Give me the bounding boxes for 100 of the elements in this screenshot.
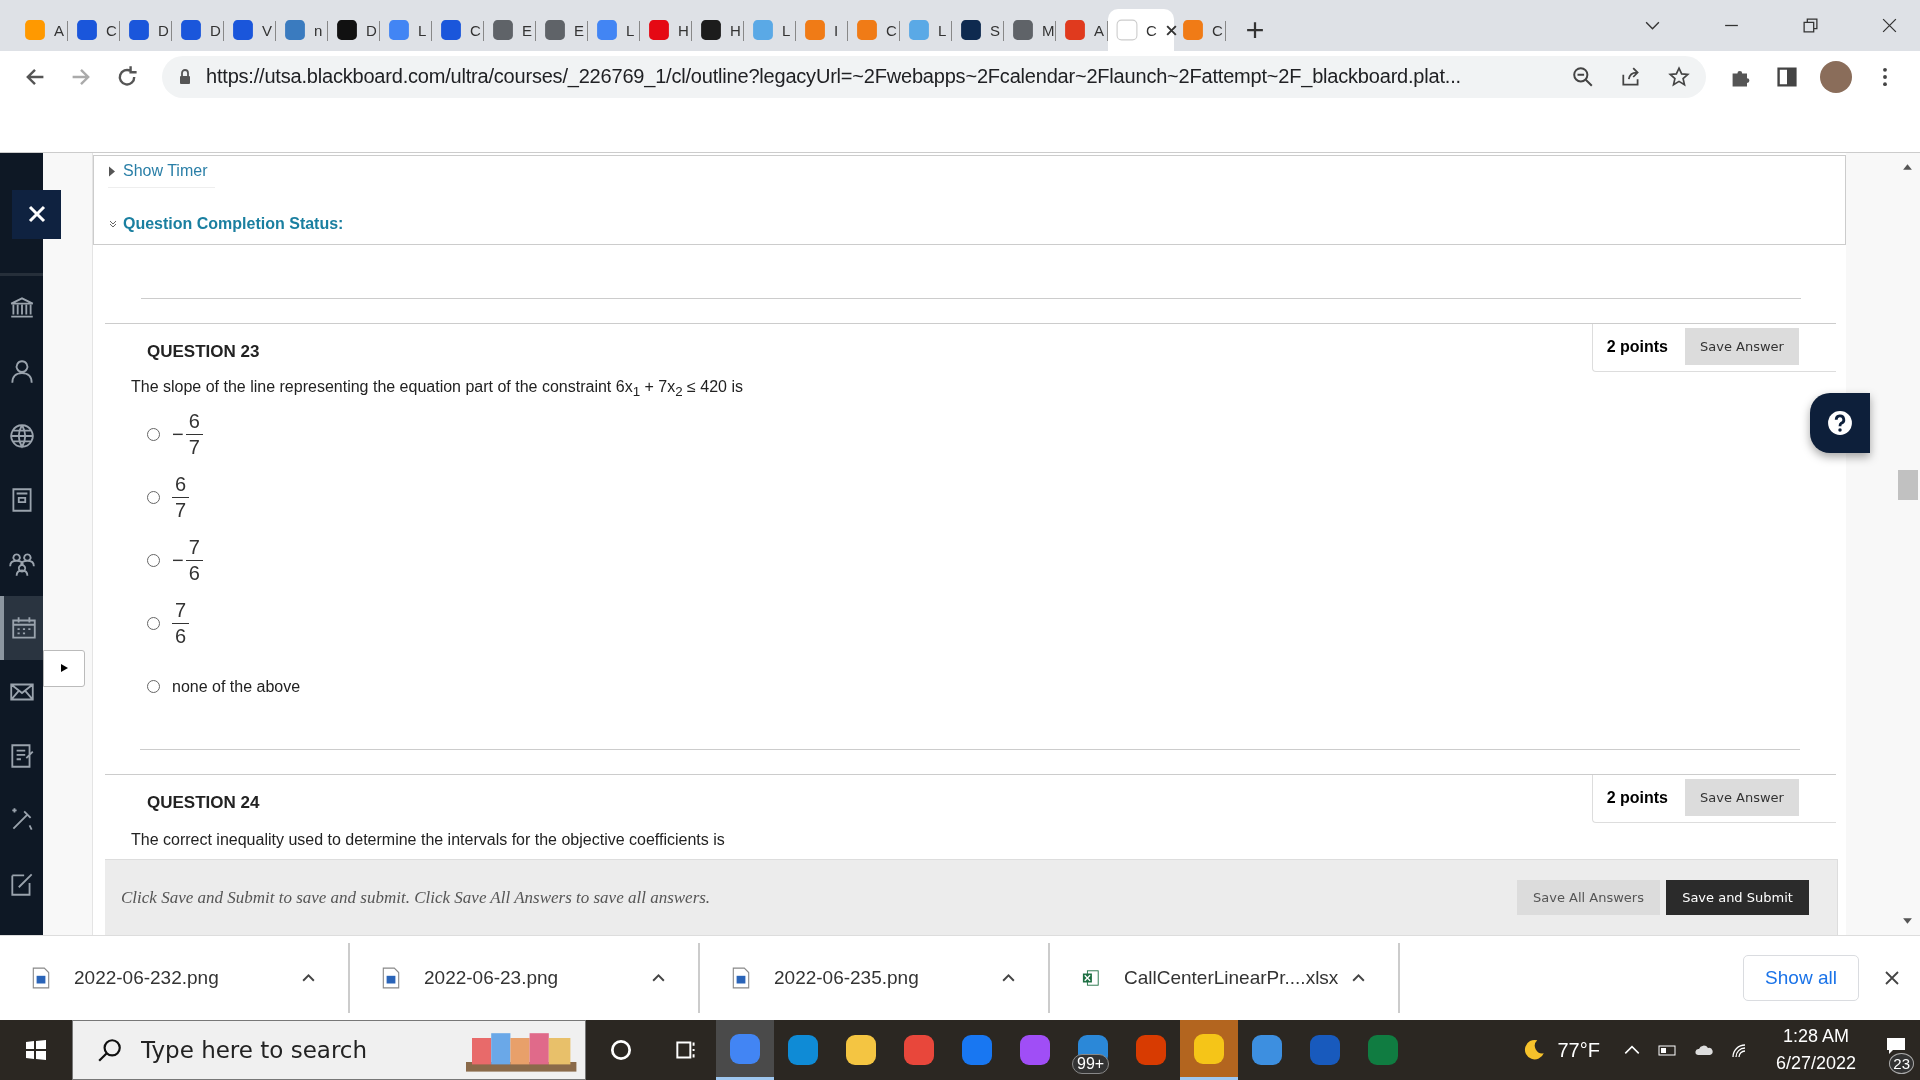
browser-tab[interactable]: L — [900, 9, 952, 51]
scroll-up-icon[interactable] — [1902, 162, 1913, 170]
notification-button[interactable]: 23 — [1872, 1020, 1920, 1080]
search-bar[interactable]: Type here to search — [72, 1020, 586, 1080]
browser-tab[interactable]: D — [172, 9, 224, 51]
fraction-answer: 7 6 — [172, 598, 190, 650]
close-icon[interactable] — [1164, 23, 1178, 37]
tab-title: C — [1212, 21, 1223, 39]
browser-tab[interactable]: V — [224, 9, 276, 51]
tab-title: n — [314, 21, 323, 39]
browser-tab[interactable]: L — [380, 9, 432, 51]
browser-tab[interactable]: A — [1056, 9, 1108, 51]
app-icon — [843, 1032, 879, 1068]
star-icon[interactable] — [1668, 65, 1690, 88]
search-input[interactable]: Type here to search — [139, 1036, 459, 1064]
tab-title: L — [782, 21, 791, 39]
browser-tab[interactable]: C — [848, 9, 900, 51]
image-file-icon — [32, 966, 50, 989]
zoom-out-icon[interactable] — [1572, 65, 1594, 88]
question-title: QUESTION 24 — [147, 793, 260, 814]
browser-tab[interactable]: D — [120, 9, 172, 51]
browser-tab[interactable]: C — [1174, 9, 1226, 51]
chevron-up-icon — [301, 972, 316, 984]
browser-tab[interactable]: C — [1108, 9, 1174, 51]
tab-title: C — [106, 21, 117, 39]
close-icon[interactable] — [1881, 17, 1898, 34]
save-answer-button[interactable]: Save Answer — [1685, 779, 1799, 817]
download-item[interactable]: 2022-06-232.png — [0, 942, 350, 1013]
fraction-answer: 6 7 — [172, 472, 190, 524]
favicon-icon — [388, 19, 410, 41]
mail-count-badge: 99+ — [1072, 1054, 1110, 1074]
new-tab-icon[interactable] — [1246, 21, 1264, 39]
chevron-up-icon — [1351, 972, 1366, 984]
app-icon — [1307, 1032, 1343, 1068]
close-button[interactable] — [12, 189, 61, 239]
browser-tab[interactable]: C — [432, 9, 484, 51]
address-bar[interactable]: https://utsa.blackboard.com/ultra/courses/_226769_1/cl/outline?legacyUrl=~2Fwebapps~2Fcalendar~2Flaunch~2Fattempt~2F_blackboard.plat... — [162, 55, 1706, 98]
temperature-text[interactable]: 77°F — [1557, 1038, 1600, 1062]
scroll-down-icon[interactable] — [1902, 917, 1913, 925]
tab-title: H — [678, 21, 689, 39]
help-icon — [1827, 409, 1853, 436]
completion-status-toggle[interactable]: Question Completion Status: — [108, 214, 344, 233]
clock[interactable]: 1:28 AM 6/27/2022 — [1775, 1023, 1856, 1077]
show-all-button[interactable]: Show all — [1743, 954, 1859, 1001]
tab-title: M — [1042, 21, 1055, 39]
submit-button[interactable]: Save and Submit — [1666, 880, 1809, 916]
favicon-icon — [1182, 19, 1204, 41]
browser-tab[interactable]: D — [328, 9, 380, 51]
share-icon[interactable] — [1620, 65, 1642, 88]
favicon-icon — [76, 19, 98, 41]
tab-title: H — [730, 21, 741, 39]
answer-text: none of the above — [172, 677, 301, 696]
question-title: QUESTION 23 — [147, 342, 260, 362]
nav-item[interactable] — [0, 595, 43, 660]
restore-icon[interactable] — [1802, 17, 1819, 34]
scrollbar-thumb[interactable] — [1897, 469, 1918, 500]
download-item[interactable]: 2022-06-235.png — [700, 942, 1050, 1013]
tab-title: L — [626, 21, 635, 39]
browser-tab[interactable]: E — [536, 9, 588, 51]
browser-tab[interactable]: C — [68, 9, 120, 51]
tab-title: C — [1146, 21, 1157, 39]
app-icon — [785, 1032, 821, 1068]
favicon-icon — [492, 19, 514, 41]
instructions-text: Click Save and Submit to save and submit. Click Save All Answers to save all answers. — [121, 887, 712, 908]
tab-title: E — [522, 21, 532, 39]
tab-title: I — [834, 21, 839, 39]
favicon-icon — [24, 19, 46, 41]
avatar[interactable] — [1820, 60, 1852, 93]
download-item[interactable]: CallCenterLinearPr....xlsx — [1050, 942, 1400, 1013]
browser-tab[interactable]: H — [640, 9, 692, 51]
download-item[interactable]: 2022-06-23.png — [350, 942, 700, 1013]
browser-tab[interactable]: n — [276, 9, 328, 51]
tab-title: C — [470, 21, 481, 39]
browser-tab[interactable]: H — [692, 9, 744, 51]
taskbar-app[interactable]: 99+ — [1064, 1020, 1122, 1080]
browser-tab[interactable]: L — [588, 9, 640, 51]
save-answer-button[interactable]: Save Answer — [1685, 328, 1799, 365]
show-timer-link[interactable]: Show Timer — [108, 155, 216, 188]
browser-tab[interactable]: E — [484, 9, 536, 51]
tab-title: A — [1094, 21, 1104, 39]
browser-tab[interactable]: S — [952, 9, 1004, 51]
browser-tab[interactable]: I — [796, 9, 848, 51]
browser-tab[interactable]: L — [744, 9, 796, 51]
close-icon[interactable] — [1884, 969, 1900, 986]
chevron-up-icon — [1001, 972, 1016, 984]
play-icon — [59, 663, 69, 674]
favicon-icon — [544, 19, 566, 41]
windows-start-icon[interactable] — [24, 1038, 48, 1062]
app-icon — [1133, 1032, 1169, 1068]
side-panel-icon[interactable] — [1775, 64, 1799, 89]
cortana-icon[interactable] — [608, 1037, 634, 1063]
taskbar-app[interactable] — [716, 1020, 774, 1080]
favicon-icon — [180, 19, 202, 41]
app-icon — [959, 1032, 995, 1068]
browser-tab[interactable]: M — [1004, 9, 1056, 51]
app-icon — [901, 1032, 937, 1068]
save-all-button[interactable]: Save All Answers — [1517, 880, 1660, 916]
help-button[interactable] — [1810, 392, 1870, 453]
browser-tab[interactable]: A — [16, 9, 68, 51]
question-text: The correct inequality used to determine the intervals for the objective coefficients is — [131, 831, 726, 850]
